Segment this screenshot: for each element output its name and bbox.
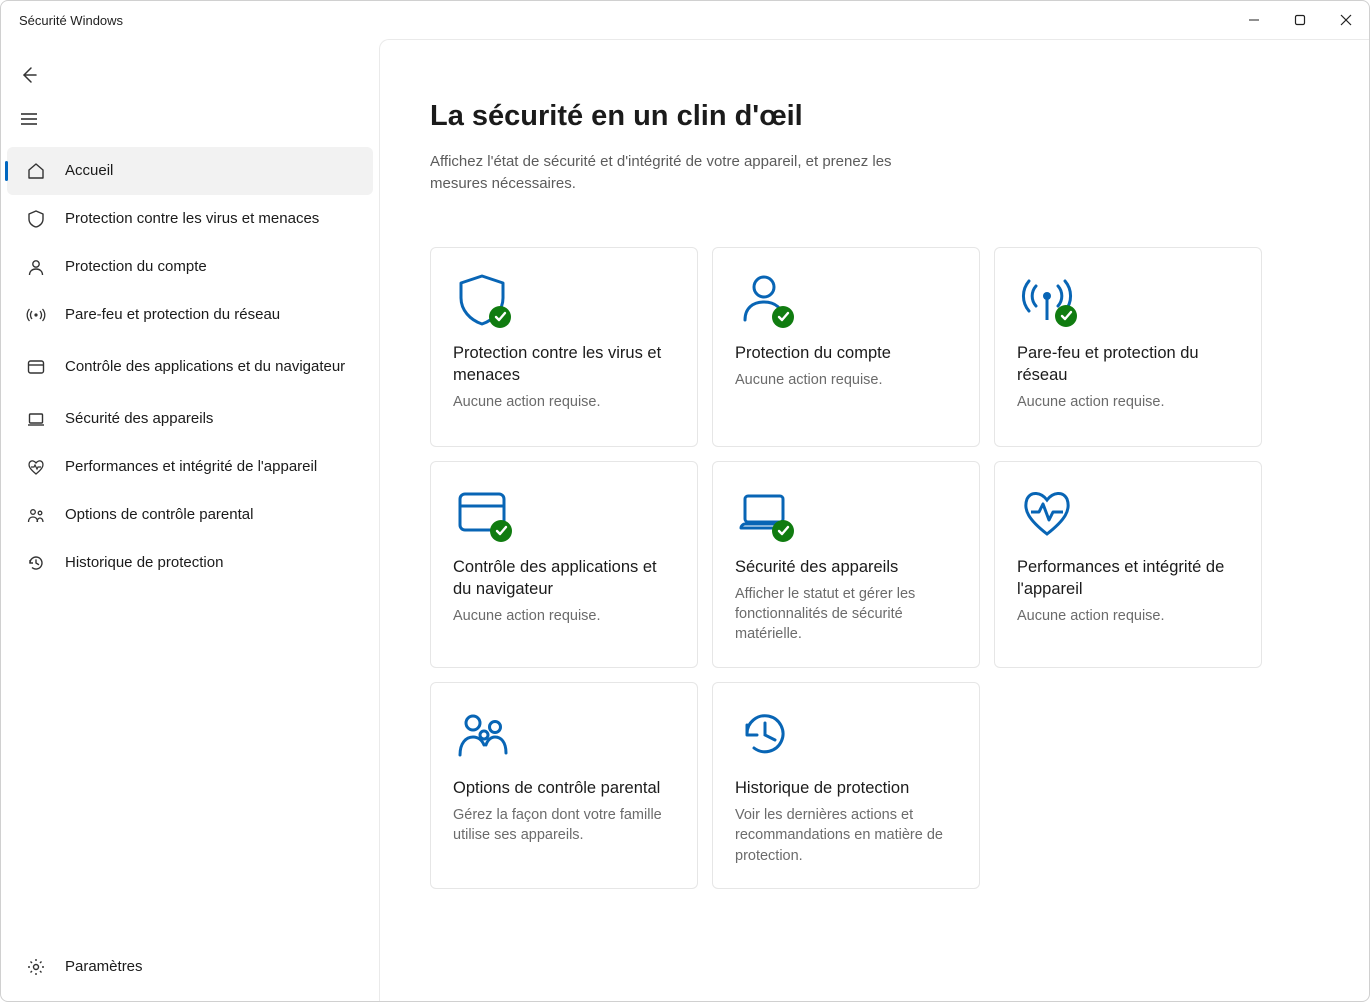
- home-icon: [25, 161, 47, 181]
- titlebar: Sécurité Windows: [1, 1, 1369, 39]
- sidebar-item-settings[interactable]: Paramètres: [7, 943, 373, 991]
- card-desc: Aucune action requise.: [1017, 606, 1239, 626]
- sidebar-item-label: Options de contrôle parental: [65, 506, 253, 525]
- window-check-icon: [453, 484, 675, 544]
- person-icon: [25, 257, 47, 277]
- card-performance[interactable]: Performances et intégrité de l'appareil …: [994, 461, 1262, 668]
- sidebar-item-label: Sécurité des appareils: [65, 410, 213, 429]
- back-button[interactable]: [5, 53, 53, 97]
- sidebar-item-label: Protection contre les virus et menaces: [65, 210, 319, 229]
- close-button[interactable]: [1323, 1, 1369, 39]
- sidebar-item-history[interactable]: Historique de protection: [7, 539, 373, 587]
- card-desc: Voir les dernières actions et recommanda…: [735, 805, 957, 866]
- card-desc: Aucune action requise.: [735, 370, 957, 390]
- main-content: La sécurité en un clin d'œil Affichez l'…: [379, 39, 1369, 1001]
- sidebar-item-label: Pare-feu et protection du réseau: [65, 306, 280, 325]
- card-desc: Aucune action requise.: [453, 392, 675, 412]
- card-account-protection[interactable]: Protection du compte Aucune action requi…: [712, 247, 980, 447]
- history-icon: [25, 553, 47, 573]
- sidebar-item-family[interactable]: Options de contrôle parental: [7, 491, 373, 539]
- sidebar-item-home[interactable]: Accueil: [7, 147, 373, 195]
- sidebar-item-virus[interactable]: Protection contre les virus et menaces: [7, 195, 373, 243]
- laptop-check-icon: [735, 484, 957, 544]
- shield-icon: [25, 209, 47, 229]
- card-desc: Gérez la façon dont votre famille utilis…: [453, 805, 675, 846]
- sidebar-item-performance[interactable]: Performances et intégrité de l'appareil: [7, 443, 373, 491]
- family-icon: [25, 505, 47, 525]
- sidebar-item-firewall[interactable]: Pare-feu et protection du réseau: [7, 291, 373, 339]
- page-title: La sécurité en un clin d'œil: [430, 100, 1319, 133]
- card-title: Historique de protection: [735, 777, 957, 799]
- sidebar-item-label: Contrôle des applications et du navigate…: [65, 358, 345, 377]
- sidebar-item-label: Accueil: [65, 162, 113, 181]
- sidebar-item-device[interactable]: Sécurité des appareils: [7, 395, 373, 443]
- sidebar-item-label: Historique de protection: [65, 554, 223, 573]
- sidebar-item-account[interactable]: Protection du compte: [7, 243, 373, 291]
- history-icon: [735, 705, 957, 765]
- card-title: Options de contrôle parental: [453, 777, 675, 799]
- antenna-check-icon: [1017, 270, 1239, 330]
- minimize-button[interactable]: [1231, 1, 1277, 39]
- card-device-security[interactable]: Sécurité des appareils Afficher le statu…: [712, 461, 980, 668]
- card-title: Sécurité des appareils: [735, 556, 957, 578]
- card-title: Contrôle des applications et du navigate…: [453, 556, 675, 601]
- laptop-icon: [25, 409, 47, 429]
- window-icon: [25, 357, 47, 377]
- gear-icon: [25, 957, 47, 977]
- hamburger-button[interactable]: [5, 97, 53, 141]
- card-title: Performances et intégrité de l'appareil: [1017, 556, 1239, 601]
- antenna-icon: [25, 305, 47, 325]
- page-subtitle: Affichez l'état de sécurité et d'intégri…: [430, 151, 950, 195]
- heart-pulse-icon: [25, 457, 47, 477]
- maximize-button[interactable]: [1277, 1, 1323, 39]
- window-title: Sécurité Windows: [19, 13, 1231, 28]
- card-desc: Aucune action requise.: [1017, 392, 1239, 412]
- card-firewall[interactable]: Pare-feu et protection du réseau Aucune …: [994, 247, 1262, 447]
- card-desc: Afficher le statut et gérer les fonction…: [735, 584, 957, 645]
- card-app-browser[interactable]: Contrôle des applications et du navigate…: [430, 461, 698, 668]
- card-title: Protection contre les virus et menaces: [453, 342, 675, 387]
- card-parental[interactable]: Options de contrôle parental Gérez la fa…: [430, 682, 698, 889]
- sidebar-item-label: Performances et intégrité de l'appareil: [65, 458, 317, 477]
- sidebar-item-app-browser[interactable]: Contrôle des applications et du navigate…: [7, 339, 373, 395]
- sidebar-item-label: Protection du compte: [65, 258, 207, 277]
- shield-check-icon: [453, 270, 675, 330]
- person-check-icon: [735, 270, 957, 330]
- card-desc: Aucune action requise.: [453, 606, 675, 626]
- heart-pulse-icon: [1017, 484, 1239, 544]
- family-icon: [453, 705, 675, 765]
- card-title: Protection du compte: [735, 342, 957, 364]
- card-history[interactable]: Historique de protection Voir les derniè…: [712, 682, 980, 889]
- card-title: Pare-feu et protection du réseau: [1017, 342, 1239, 387]
- card-virus-protection[interactable]: Protection contre les virus et menaces A…: [430, 247, 698, 447]
- sidebar: Accueil Protection contre les virus et m…: [1, 39, 379, 1001]
- sidebar-item-label: Paramètres: [65, 958, 143, 977]
